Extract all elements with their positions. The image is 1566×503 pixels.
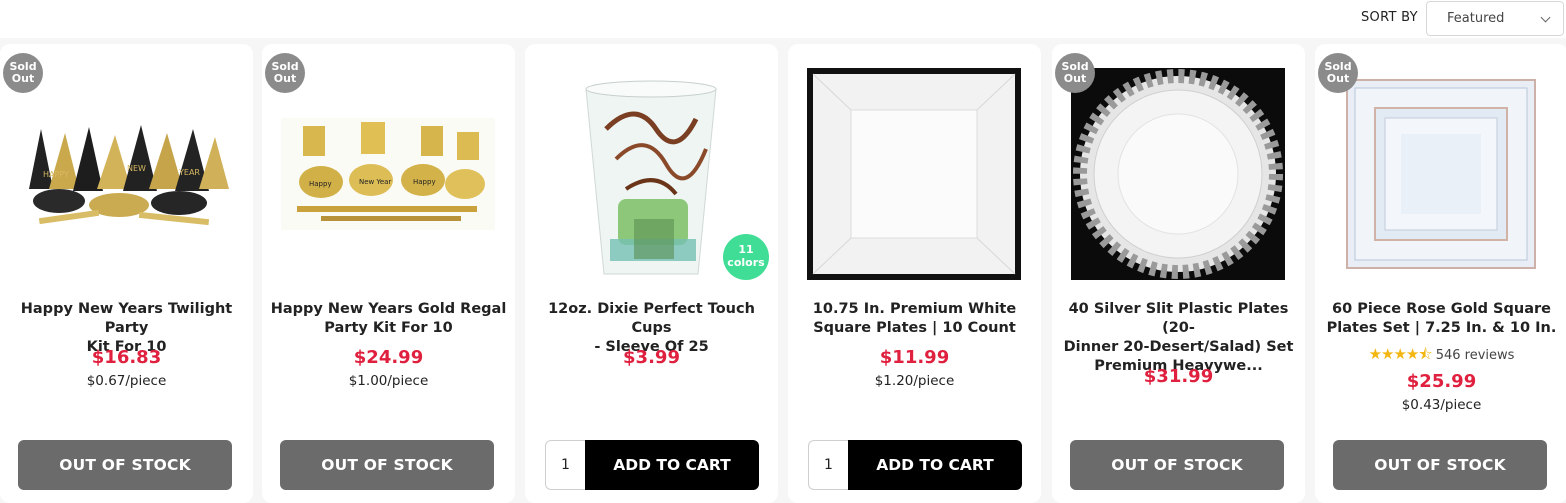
out-of-stock-button[interactable]: OUT OF STOCK: [280, 440, 494, 490]
product-image[interactable]: [1333, 66, 1549, 281]
product-title[interactable]: 40 Silver Slit Plastic Plates (20- Dinner…: [1060, 300, 1297, 376]
out-of-stock-button[interactable]: OUT OF STOCK: [1070, 440, 1284, 490]
colors-count-badge[interactable]: 11 colors: [723, 234, 769, 280]
svg-text:New Year: New Year: [359, 178, 391, 186]
product-card[interactable]: 10.75 In. Premium White Square Plates | 1…: [788, 44, 1041, 503]
out-of-stock-button[interactable]: OUT OF STOCK: [18, 440, 232, 490]
svg-text:Happy: Happy: [413, 178, 436, 186]
product-price: $25.99: [1406, 371, 1477, 392]
product-image[interactable]: [806, 66, 1022, 281]
rose-gold-plate-image: [1346, 78, 1536, 269]
per-piece-price: $1.00/piece: [348, 373, 429, 389]
product-grid: HAPPY NEW YEAR Sold Out Happy New Years T…: [0, 44, 1566, 503]
product-price: $3.99: [623, 347, 680, 368]
sold-out-badge: Sold Out: [1055, 53, 1095, 93]
per-piece-price: $0.43/piece: [1401, 397, 1482, 413]
svg-text:YEAR: YEAR: [178, 168, 200, 177]
sort-selected-value: Featured: [1447, 11, 1505, 26]
product-title[interactable]: 10.75 In. Premium White Square Plates | 1…: [796, 300, 1033, 338]
product-card[interactable]: HAPPY NEW YEAR Sold Out Happy New Years T…: [0, 44, 253, 503]
sold-out-badge: Sold Out: [3, 53, 43, 93]
product-price: $16.83: [91, 347, 162, 368]
sold-out-badge: Sold Out: [265, 53, 305, 93]
add-to-cart-button[interactable]: ADD TO CART: [585, 440, 759, 490]
svg-text:NEW: NEW: [127, 164, 146, 173]
product-card[interactable]: Happy New Year Happy Sold Out Happy New Y…: [262, 44, 515, 503]
product-image[interactable]: [1070, 66, 1286, 281]
product-price: $24.99: [353, 347, 424, 368]
product-card[interactable]: Sold Out 60 Piece Rose Gold Square Plates …: [1315, 44, 1566, 503]
add-to-cart-button[interactable]: ADD TO CART: [848, 440, 1022, 490]
product-card[interactable]: Sold Out 40 Silver Slit Plastic Plates (2…: [1052, 44, 1305, 503]
product-price: $31.99: [1143, 366, 1214, 387]
square-plate-image: [807, 67, 1021, 280]
product-image[interactable]: Happy New Year Happy: [280, 66, 496, 281]
per-piece-price: $1.20/piece: [874, 373, 955, 389]
product-rating[interactable]: ★★★★⯪ 546 reviews: [1315, 344, 1566, 369]
svg-text:HAPPY: HAPPY: [43, 170, 69, 179]
toolbar: SORT BY Featured: [0, 0, 1566, 38]
chevron-down-icon: [1540, 12, 1551, 23]
sort-by-label: SORT BY: [1361, 10, 1418, 25]
review-count: 546 reviews: [1435, 348, 1515, 363]
product-title[interactable]: 60 Piece Rose Gold Square Plates Set | 7.…: [1323, 300, 1560, 338]
product-image[interactable]: HAPPY NEW YEAR: [18, 66, 234, 281]
cup-image: [585, 80, 717, 274]
sort-select[interactable]: Featured: [1426, 1, 1564, 36]
quantity-input[interactable]: 1: [545, 440, 585, 490]
party-kit-image: Happy New Year Happy: [281, 117, 495, 230]
product-price: $11.99: [879, 347, 950, 368]
star-rating-icon: ★★★★⯪: [1368, 345, 1433, 363]
out-of-stock-button[interactable]: OUT OF STOCK: [1333, 440, 1547, 490]
round-plate-image: [1071, 67, 1285, 280]
product-card[interactable]: 11 colors 12oz. Dixie Perfect Touch Cups -…: [525, 44, 778, 503]
sold-out-badge: Sold Out: [1318, 53, 1358, 93]
product-title[interactable]: Happy New Years Gold Regal Party Kit For …: [270, 300, 507, 338]
party-kit-image: HAPPY NEW YEAR: [19, 118, 233, 229]
svg-text:Happy: Happy: [309, 180, 332, 188]
quantity-input[interactable]: 1: [808, 440, 848, 490]
per-piece-price: $0.67/piece: [86, 373, 167, 389]
